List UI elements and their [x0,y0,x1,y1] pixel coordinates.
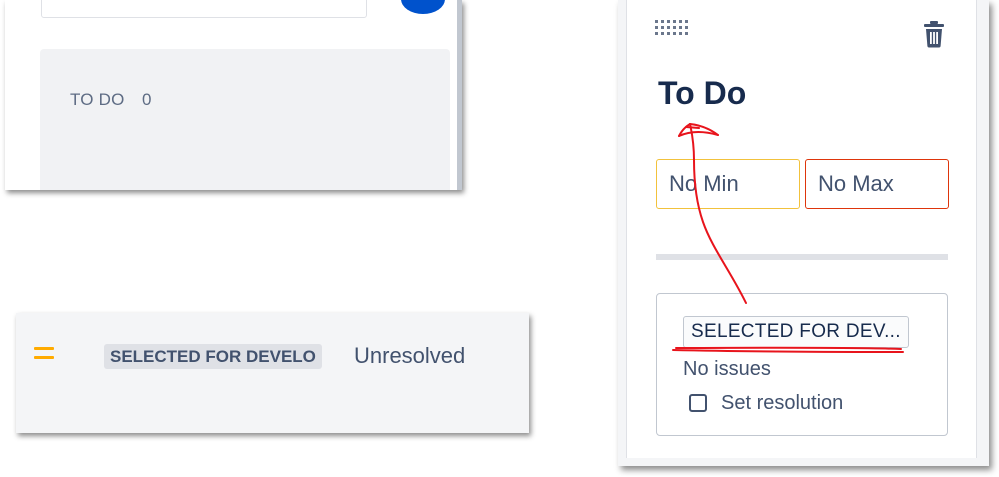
min-issues-input[interactable] [656,159,800,209]
drag-handle-icon[interactable] [655,20,691,40]
column-title: TO DO [70,90,125,109]
set-resolution-label[interactable]: Set resolution [721,392,843,415]
trash-icon[interactable] [922,20,946,48]
issue-count-text: No issues [683,358,771,380]
card-input[interactable] [41,0,367,18]
board-column [40,49,450,190]
column-issue-count: 0 [142,90,152,109]
divider [656,254,948,260]
column-config-panel: To Do SELECTED FOR DEV... No issues Set … [618,0,989,466]
set-resolution-row[interactable]: Set resolution [689,391,843,415]
column-config-card: To Do SELECTED FOR DEV... No issues Set … [626,0,977,458]
avatar[interactable] [401,0,445,14]
max-issues-input[interactable] [805,159,949,209]
status-chip[interactable]: SELECTED FOR DEV... [683,316,909,348]
board-column-snippet: TO DO 0 [5,0,462,190]
issue-row-snippet: SELECTED FOR DEVELO Unresolved [16,313,529,433]
column-name[interactable]: To Do [658,75,746,112]
resolution-value: Unresolved [354,343,466,368]
set-resolution-checkbox[interactable] [689,394,707,412]
priority-medium-icon [34,347,54,361]
scrollbar[interactable] [457,0,462,190]
status-drop-zone[interactable]: SELECTED FOR DEV... No issues Set resolu… [656,293,948,436]
status-lozenge[interactable]: SELECTED FOR DEVELO [104,344,322,369]
